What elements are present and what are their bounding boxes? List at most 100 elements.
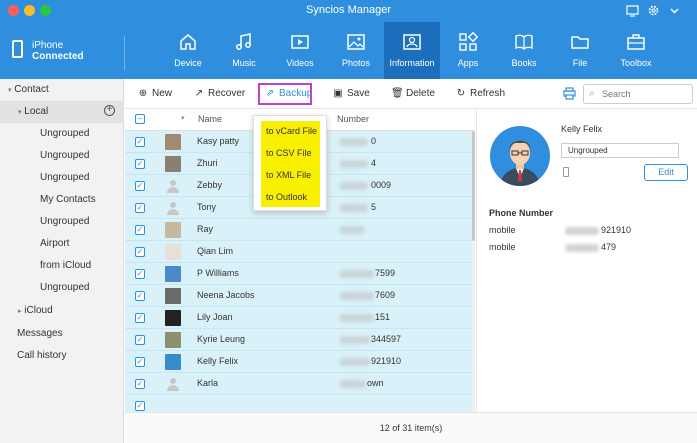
nav-toolbox[interactable]: Toolbox — [608, 22, 664, 79]
printer-icon[interactable] — [563, 87, 576, 100]
person-illustration-icon — [500, 141, 540, 186]
group-field[interactable]: Ungrouped — [561, 143, 679, 158]
select-all-checkbox[interactable]: – — [135, 114, 145, 124]
menu-item-outlook[interactable]: to Outlook — [266, 192, 307, 202]
search-box: ⌕ — [583, 84, 693, 104]
delete-button[interactable]: 🗑︎ Delete — [391, 87, 435, 101]
phone-label: mobile — [489, 225, 516, 235]
redacted-number — [340, 336, 370, 344]
table-scrollbar[interactable] — [472, 131, 475, 412]
toolbox-icon — [627, 34, 645, 50]
menu-item-xml[interactable]: to XML File — [266, 170, 311, 180]
menu-item-csv[interactable]: to CSV File — [266, 148, 312, 158]
redacted-number — [340, 138, 368, 146]
search-input[interactable] — [602, 87, 688, 101]
video-icon — [291, 35, 309, 49]
redacted-number — [340, 314, 374, 322]
sidebar-item-group[interactable]: Ungrouped — [0, 145, 124, 167]
sidebar-item-group[interactable]: Ungrouped — [0, 211, 124, 233]
table-row[interactable]: ✓ Kyrie Leung 344597 — [125, 329, 472, 351]
nav-videos[interactable]: Videos — [272, 22, 328, 79]
table-row[interactable]: ✓ Kelly Felix 921910 — [125, 351, 472, 373]
redacted-number — [565, 227, 599, 235]
row-checkbox[interactable]: ✓ — [135, 225, 145, 235]
feedback-icon[interactable] — [626, 4, 639, 17]
table-row[interactable]: ✓ Ray — [125, 219, 472, 241]
sidebar-item-icloud[interactable]: ▸ iCloud — [0, 300, 124, 322]
nav-label: Device — [174, 58, 202, 68]
add-group-button[interactable]: + — [104, 105, 115, 116]
sidebar-item-messages[interactable]: Messages — [0, 323, 124, 345]
save-button[interactable]: ▣ Save — [332, 87, 370, 101]
table-row[interactable]: ✓ Qian Lim — [125, 241, 472, 263]
sidebar-item-group[interactable]: Airport — [0, 233, 124, 255]
new-button[interactable]: ⊕ New — [137, 87, 172, 101]
row-checkbox[interactable]: ✓ — [135, 247, 145, 257]
avatar — [165, 310, 181, 326]
row-checkbox[interactable]: ✓ — [135, 401, 145, 411]
avatar — [165, 200, 181, 216]
table-row[interactable]: ✓ Neena Jacobs 7609 — [125, 285, 472, 307]
contact-name: Tony — [197, 202, 217, 212]
device-status: Connected — [32, 51, 84, 62]
nav-books[interactable]: Books — [496, 22, 552, 79]
sidebar-item-group[interactable]: from iCloud — [0, 255, 124, 277]
sidebar-item-group[interactable]: My Contacts — [0, 189, 124, 211]
table-row[interactable]: ✓ — [125, 395, 472, 412]
scrollbar-thumb[interactable] — [472, 131, 475, 241]
title-bar: Syncios Manager — [0, 0, 697, 22]
column-header-number[interactable]: Number — [337, 114, 369, 124]
row-checkbox[interactable]: ✓ — [135, 203, 145, 213]
row-checkbox[interactable]: ✓ — [135, 335, 145, 345]
sidebar-item-group[interactable]: Ungrouped — [0, 123, 124, 145]
chevron-down-icon: ▾ — [18, 109, 22, 116]
nav-photos[interactable]: Photos — [328, 22, 384, 79]
refresh-button[interactable]: ↻ Refresh — [455, 87, 505, 101]
nav-label: Apps — [457, 58, 479, 68]
sidebar-item-group[interactable]: Ungrouped — [0, 277, 124, 299]
redacted-number — [340, 204, 368, 212]
sidebar-item-group[interactable]: Ungrouped — [0, 167, 124, 189]
row-checkbox[interactable]: ✓ — [135, 137, 145, 147]
row-checkbox[interactable]: ✓ — [135, 291, 145, 301]
redacted-number — [340, 160, 368, 168]
nav-file[interactable]: File — [552, 22, 608, 79]
menu-item-vcard[interactable]: to vCard File — [266, 126, 317, 136]
main-nav: Device Music Videos Photos Information A… — [160, 22, 664, 79]
recover-button[interactable]: ↗ Recover — [193, 87, 245, 101]
contact-name: Karla — [197, 378, 219, 388]
plus-circle-icon: ⊕ — [138, 88, 148, 99]
nav-information[interactable]: Information — [384, 22, 440, 79]
avatar — [165, 266, 181, 282]
redacted-number — [340, 270, 374, 278]
edit-button[interactable]: Edit — [644, 164, 688, 181]
row-checkbox[interactable]: ✓ — [135, 379, 145, 389]
table-row[interactable]: ✓ Lily Joan 151 — [125, 307, 472, 329]
gear-icon[interactable] — [647, 4, 660, 17]
sidebar-item-call-history[interactable]: Call history — [0, 345, 124, 367]
row-checkbox[interactable]: ✓ — [135, 269, 145, 279]
sort-icon[interactable]: ▾ — [181, 114, 185, 122]
table-row[interactable]: ✓ Karla own — [125, 373, 472, 395]
save-icon: ▣ — [333, 88, 343, 99]
redacted-number — [340, 226, 364, 234]
row-checkbox[interactable]: ✓ — [135, 313, 145, 323]
nav-music[interactable]: Music — [216, 22, 272, 79]
avatar — [165, 376, 181, 392]
sidebar-item-contact[interactable]: ▾ Contact — [0, 79, 124, 101]
row-checkbox[interactable]: ✓ — [135, 181, 145, 191]
redacted-number — [340, 358, 370, 366]
contact-name: Lily Joan — [197, 312, 233, 322]
table-row[interactable]: ✓ P Williams 7599 — [125, 263, 472, 285]
device-indicator[interactable]: iPhone Connected — [8, 36, 118, 70]
contact-number: 921910 — [371, 356, 402, 366]
contact-number: 5 — [371, 202, 377, 212]
row-checkbox[interactable]: ✓ — [135, 159, 145, 169]
chevron-down-icon[interactable] — [668, 4, 681, 17]
column-header-name[interactable]: Name — [198, 114, 222, 124]
row-checkbox[interactable]: ✓ — [135, 357, 145, 367]
nav-apps[interactable]: Apps — [440, 22, 496, 79]
contact-detail-panel: Kelly Felix Ungrouped Edit Phone Number … — [476, 109, 697, 412]
nav-device[interactable]: Device — [160, 22, 216, 79]
device-name: iPhone — [32, 40, 64, 51]
